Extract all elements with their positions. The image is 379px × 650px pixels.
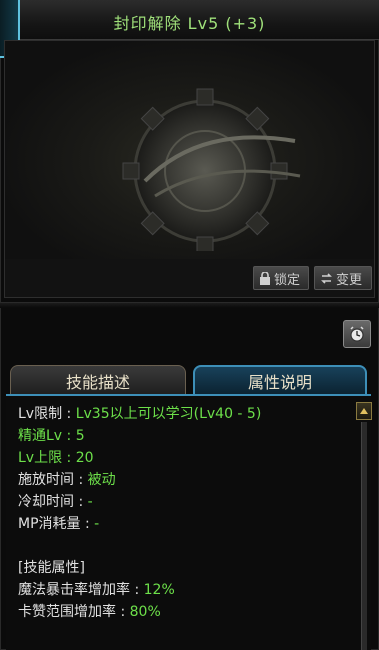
divider	[0, 302, 379, 308]
cast-time-label: 施放时间	[18, 472, 74, 488]
mp-label: MP消耗量	[18, 516, 81, 532]
scroll-track[interactable]	[361, 422, 367, 650]
cooldown-row: 冷却时间 : -	[18, 494, 93, 510]
title-bar: 封印解除 Lv5 (+3)	[0, 0, 379, 40]
crit-label: 魔法暴击率增加率	[18, 582, 130, 598]
alarm-clock-icon	[350, 326, 364, 342]
lv-cap-row: Lv上限 : 20	[18, 450, 94, 466]
mp-row: MP消耗量 : -	[18, 516, 100, 532]
skill-preview-panel: 锁定 变更	[4, 40, 375, 298]
cast-time-row: 施放时间 : 被动	[18, 472, 116, 488]
lv-limit-row: Lv限制 : Lv35以上可以学习(Lv40 - 5)	[18, 406, 262, 422]
mastery-row: 精通Lv : 5	[18, 428, 85, 444]
cooldown-value: -	[87, 494, 93, 510]
change-button-label: 变更	[336, 272, 363, 288]
crit-row: 魔法暴击率增加率 : 12%	[18, 582, 175, 598]
mastery-label: 精通Lv	[18, 428, 63, 444]
section-header: [技能属性]	[18, 560, 85, 576]
swap-icon	[321, 272, 332, 284]
skill-title: 封印解除 Lv5 (+3)	[113, 14, 266, 33]
lock-icon	[260, 271, 270, 285]
scroll-up-button[interactable]	[356, 402, 372, 420]
crit-value: 12%	[143, 582, 175, 598]
alarm-clock-button[interactable]	[343, 320, 371, 348]
lv-cap-value: 20	[75, 450, 94, 466]
attributes-panel: Lv限制 : Lv35以上可以学习(Lv40 - 5) 精通Lv : 5 Lv上…	[6, 396, 371, 650]
cooldown-label: 冷却时间	[18, 494, 74, 510]
lock-button-label: 锁定	[274, 272, 301, 288]
mp-value: -	[94, 516, 100, 532]
lv-cap-label: Lv上限	[18, 450, 63, 466]
card-value: 80%	[129, 604, 161, 620]
lv-limit-value: Lv35以上可以学习(Lv40 - 5)	[75, 406, 262, 422]
mastery-value: 5	[75, 428, 85, 444]
scrollbar[interactable]	[356, 402, 372, 650]
tab-attributes[interactable]: 属性说明	[193, 365, 367, 395]
cast-time-value: 被动	[87, 472, 116, 488]
arrow-up-icon	[360, 408, 368, 414]
change-button[interactable]: 变更	[314, 266, 372, 290]
lock-button[interactable]: 锁定	[253, 266, 309, 290]
tab-description[interactable]: 技能描述	[10, 365, 186, 395]
gear-emblem-icon	[122, 88, 301, 251]
card-row: 卡赞范围增加率 : 80%	[18, 604, 161, 620]
lv-limit-label: Lv限制	[18, 406, 63, 422]
card-label: 卡赞范围增加率	[18, 604, 116, 620]
skill-preview-image	[5, 41, 374, 259]
